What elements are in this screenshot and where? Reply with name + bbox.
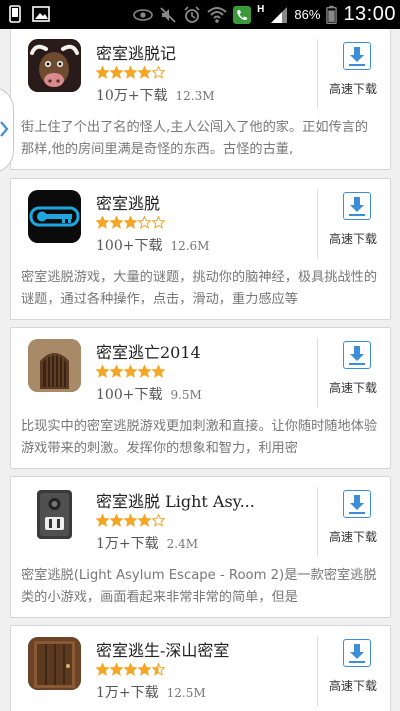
download-count: 10万+下载 [96,88,168,104]
app-title[interactable]: 密室逃生-深山密室 [96,637,229,661]
call-icon [233,5,252,24]
star-icon [152,216,165,229]
app-description: 街上住了个出了名的怪人,主人公闯入了他的家。正如传言的那样,他的房间里满是奇怪的… [21,120,369,157]
download-count: 1万+下载 [96,685,159,701]
star-icon [124,514,137,527]
file-size: 12.6M [170,239,210,253]
app-description: 密室逃脱游戏，大量的谜题，挑动你的脑神经，极具挑战性的谜题，通过各种操作，点击，… [21,270,378,307]
app-list[interactable]: 密室逃脱记 10万+下载 12.3M 高速下载 街上住了个出了名的怪人,主人公闯… [0,29,400,711]
eye-icon [133,8,153,21]
download-button[interactable]: 高速下载 [318,636,390,708]
file-size: 12.3M [175,89,215,103]
star-icon [96,216,109,229]
file-size: 12.5M [166,686,206,700]
app-card[interactable]: 密室逃脱 Light Asy... 1万+下载 2.4M 高速下载 密室逃脱(L… [10,476,391,618]
star-icon [110,216,123,229]
app-card[interactable]: 密室逃亡2014 100+下载 9.5M 高速下载 比现实中的密室逃脱游戏更加刺… [10,327,391,469]
star-icon [152,663,165,676]
app-title[interactable]: 密室逃脱记 [96,40,176,64]
download-arrow-icon [343,42,371,70]
wooden-door-icon[interactable] [28,637,81,690]
app-description: 密室逃脱(Light Asylum Escape - Room 2)是一款密室逃… [21,568,377,605]
star-icon [96,514,109,527]
star-icon [138,216,151,229]
download-count: 1万+下载 [96,536,159,552]
alarm-icon [184,5,200,23]
app-card[interactable]: 密室逃脱 100+下载 12.6M 高速下载 密室逃脱游戏，大量的谜题，挑动你的… [10,178,391,320]
star-icon [152,514,165,527]
star-icon [96,663,109,676]
image-icon [32,6,50,22]
star-icon [124,663,137,676]
light-switch-icon[interactable] [28,488,81,541]
download-arrow-icon [343,341,371,369]
download-button[interactable]: 高速下载 [318,39,390,111]
battery-icon [326,5,338,24]
arched-door-icon[interactable] [28,339,81,392]
app-description: 比现实中的密室逃脱游戏更加刺激和直接。让你随时随地体验游戏带来的刺激。发挥你的想… [21,419,378,456]
star-icon [138,365,151,378]
star-icon [96,365,109,378]
status-bar: H 86% 13:00 [0,0,400,29]
rating-stars [96,365,165,378]
wifi-icon [207,6,227,23]
download-arrow-icon [343,490,371,518]
download-label: 高速下载 [328,530,377,544]
download-button[interactable]: 高速下载 [318,189,390,261]
signal-icon [271,6,288,23]
download-count: 100+下载 [96,238,163,254]
download-label: 高速下载 [328,82,377,96]
rating-stars [96,66,165,79]
bull-icon[interactable] [28,39,81,92]
star-icon [96,66,109,79]
file-size: 2.4M [166,537,199,551]
star-icon [124,365,137,378]
download-label: 高速下载 [328,679,377,693]
star-icon [110,365,123,378]
download-count: 100+下载 [96,387,163,403]
star-icon [110,66,123,79]
rating-stars [96,514,165,527]
download-label: 高速下载 [328,232,377,246]
mute-icon [160,6,176,23]
download-arrow-icon [343,639,371,667]
key-icon[interactable] [28,190,81,243]
download-arrow-icon [343,192,371,220]
battery-percentage: 86% [294,7,321,22]
network-type-indicator: H [257,4,265,15]
star-icon [124,216,137,229]
rating-stars [96,216,165,229]
phone-screen-icon [9,5,21,23]
star-icon [152,66,165,79]
app-card[interactable]: 密室逃脱记 10万+下载 12.3M 高速下载 街上住了个出了名的怪人,主人公闯… [10,29,391,170]
drawer-handle[interactable] [0,87,14,173]
file-size: 9.5M [170,388,202,402]
app-title[interactable]: 密室逃亡2014 [96,339,201,363]
star-icon [138,514,151,527]
star-icon [138,663,151,676]
download-button[interactable]: 高速下载 [318,338,390,410]
download-button[interactable]: 高速下载 [318,487,390,559]
clock: 13:00 [343,3,396,25]
star-icon [110,663,123,676]
star-icon [138,66,151,79]
app-card[interactable]: 密室逃生-深山密室 1万+下载 12.5M 高速下载 [10,625,391,711]
chevron-right-icon [0,121,9,137]
rating-stars [96,663,165,676]
app-title[interactable]: 密室逃脱 Light Asy... [96,488,255,512]
app-title[interactable]: 密室逃脱 [96,190,160,214]
star-icon [110,514,123,527]
star-icon [124,66,137,79]
star-icon [152,365,165,378]
download-label: 高速下载 [328,381,377,395]
